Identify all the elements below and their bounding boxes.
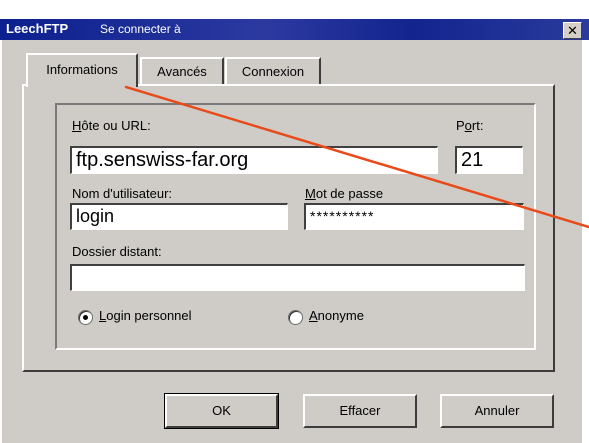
- host-label: Hôte ou URL:: [72, 118, 151, 133]
- close-icon: ✕: [567, 23, 578, 38]
- clear-button[interactable]: Effacer: [303, 394, 417, 428]
- window-right-edge: [582, 40, 589, 443]
- login-personal-label[interactable]: Login personnel: [99, 308, 192, 323]
- username-input[interactable]: login: [70, 203, 288, 230]
- username-label: Nom d'utilisateur:: [72, 186, 173, 201]
- login-personal-radio[interactable]: [78, 310, 93, 325]
- port-label: Port:: [456, 118, 484, 133]
- anonymous-label[interactable]: Anonyme: [309, 308, 364, 323]
- cancel-button[interactable]: Annuler: [440, 394, 554, 428]
- window-title: Se connecter à: [100, 22, 181, 36]
- anonymous-radio[interactable]: [288, 310, 303, 325]
- close-button[interactable]: ✕: [563, 22, 582, 39]
- host-input[interactable]: ftp.senswiss-far.org: [70, 146, 438, 174]
- app-name: LeechFTP: [6, 21, 69, 36]
- tab-label: Avancés: [157, 64, 207, 79]
- tab-avances[interactable]: Avancés: [140, 57, 224, 85]
- cropped-edge-glyph: [578, 0, 589, 19]
- tab-label: Informations: [46, 62, 118, 77]
- tab-connexion[interactable]: Connexion: [225, 57, 321, 85]
- tab-informations[interactable]: Informations: [26, 53, 138, 87]
- password-input[interactable]: **********: [304, 203, 524, 230]
- remote-dir-label: Dossier distant:: [72, 244, 162, 259]
- remote-dir-input[interactable]: [70, 264, 525, 291]
- password-label: Mot de passe: [305, 186, 384, 201]
- tab-label: Connexion: [241, 64, 305, 79]
- title-bar[interactable]: LeechFTP Se connecter à ✕: [0, 19, 589, 40]
- radio-selected-dot: [83, 315, 88, 320]
- port-input[interactable]: 21: [455, 146, 523, 174]
- ok-button[interactable]: OK: [164, 393, 279, 429]
